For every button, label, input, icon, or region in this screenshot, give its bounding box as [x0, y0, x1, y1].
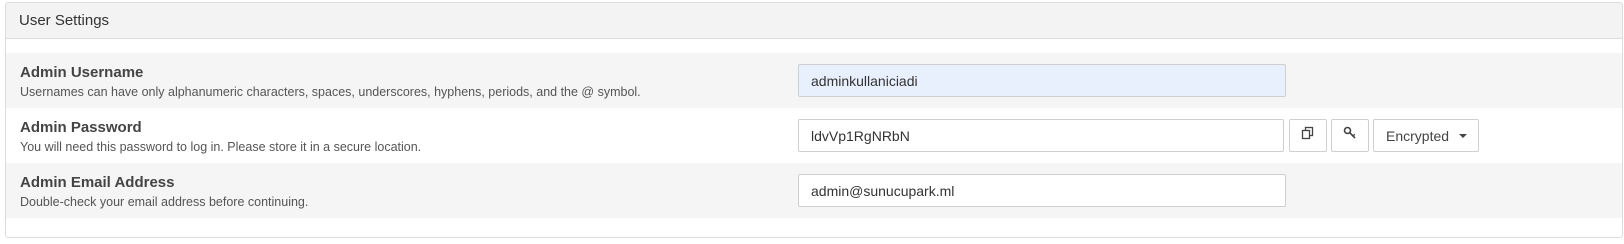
settings-rows: Admin Username Usernames can have only a…: [6, 53, 1622, 218]
admin-password-row: Admin Password You will need this passwo…: [6, 108, 1622, 163]
admin-password-help: You will need this password to log in. P…: [20, 140, 422, 154]
key-icon: [1343, 126, 1357, 145]
admin-username-input[interactable]: [798, 64, 1286, 97]
admin-password-label: Admin Password: [20, 119, 142, 136]
admin-username-label: Admin Username: [20, 64, 144, 81]
panel-header: User Settings: [6, 3, 1622, 39]
admin-username-label-block: Admin Username Usernames can have only a…: [20, 64, 641, 100]
password-mode-dropdown[interactable]: Encrypted: [1373, 119, 1479, 152]
admin-email-help: Double-check your email address before c…: [20, 195, 309, 209]
admin-email-label-block: Admin Email Address Double-check your em…: [20, 174, 308, 210]
admin-password-input[interactable]: [798, 119, 1284, 152]
admin-email-row: Admin Email Address Double-check your em…: [6, 163, 1622, 218]
panel-title: User Settings: [19, 12, 110, 29]
admin-password-label-block: Admin Password You will need this passwo…: [20, 119, 421, 155]
generate-password-button[interactable]: [1331, 119, 1369, 152]
user-settings-panel: User Settings Admin Username Usernames c…: [5, 2, 1623, 238]
admin-username-help: Usernames can have only alphanumeric cha…: [20, 85, 641, 99]
admin-email-label: Admin Email Address: [20, 174, 175, 191]
password-mode-label: Encrypted: [1386, 127, 1450, 144]
copy-icon: [1301, 126, 1315, 145]
caret-down-icon: [1459, 133, 1468, 138]
copy-password-button[interactable]: [1289, 119, 1327, 152]
admin-username-row: Admin Username Usernames can have only a…: [6, 53, 1622, 108]
admin-email-input[interactable]: [798, 174, 1286, 207]
